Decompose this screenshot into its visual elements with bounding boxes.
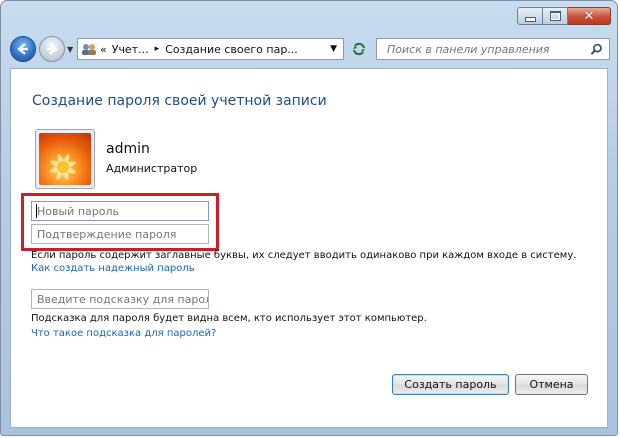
confirm-password-field[interactable] (31, 224, 209, 244)
forward-arrow-icon (47, 43, 58, 55)
refresh-button[interactable] (348, 38, 370, 60)
caption-buttons: ✕ (517, 7, 611, 25)
close-button[interactable]: ✕ (568, 7, 611, 25)
hint-visibility-note: Подсказка для пароля будет видна всем, к… (31, 313, 427, 324)
create-password-button[interactable]: Создать пароль (392, 374, 509, 395)
new-password-field[interactable] (31, 201, 209, 221)
user-role: Администратор (106, 162, 198, 175)
breadcrumb-separator-icon[interactable]: ▸ (155, 44, 160, 54)
back-arrow-icon (17, 43, 28, 55)
address-dropdown-icon[interactable]: ▼ (330, 44, 337, 54)
content-panel: Создание пароля своей учетной записи adm… (10, 68, 608, 428)
navigation-bar: ▼ « Учет... ▸ Создание своего пар... ▼ (1, 33, 617, 67)
title-bar: ✕ (1, 1, 617, 31)
recent-pages-dropdown-icon[interactable]: ▼ (67, 45, 73, 54)
password-hint-field[interactable] (31, 289, 209, 309)
control-panel-users-icon (82, 44, 96, 55)
case-sensitivity-note: Если пароль содержит заглавные буквы, их… (31, 250, 577, 261)
breadcrumb-overflow[interactable]: « (100, 43, 107, 56)
search-input[interactable] (385, 41, 589, 57)
address-bar[interactable]: « Учет... ▸ Создание своего пар... ▼ (77, 38, 344, 60)
forward-button[interactable] (39, 36, 65, 62)
cancel-button[interactable]: Отмена (515, 374, 588, 395)
close-icon: ✕ (583, 8, 595, 24)
maximize-button[interactable] (543, 7, 568, 25)
flower-graphic (49, 153, 77, 181)
hint-help-link[interactable]: Что такое подсказка для паролей? (31, 328, 216, 339)
flower-picture-icon (39, 133, 91, 185)
avatar (35, 129, 95, 189)
text-caret (36, 204, 37, 218)
maximize-icon (549, 11, 561, 21)
minimize-button[interactable] (517, 7, 543, 25)
breadcrumb-item-create-password[interactable]: Создание своего пар... (165, 43, 298, 56)
minimize-icon (524, 16, 536, 22)
back-button[interactable] (10, 36, 36, 62)
page-title: Создание пароля своей учетной записи (32, 93, 327, 109)
user-name: admin (106, 141, 150, 157)
breadcrumb-item-accounts[interactable]: Учет... (112, 43, 149, 56)
search-icon[interactable] (590, 43, 603, 56)
refresh-icon (353, 42, 365, 56)
strong-password-link[interactable]: Как создать надежный пароль (31, 263, 195, 274)
search-box[interactable] (376, 38, 610, 60)
window: ✕ ▼ « Учет... ▸ Создание своего пар... ▼ (0, 0, 618, 436)
